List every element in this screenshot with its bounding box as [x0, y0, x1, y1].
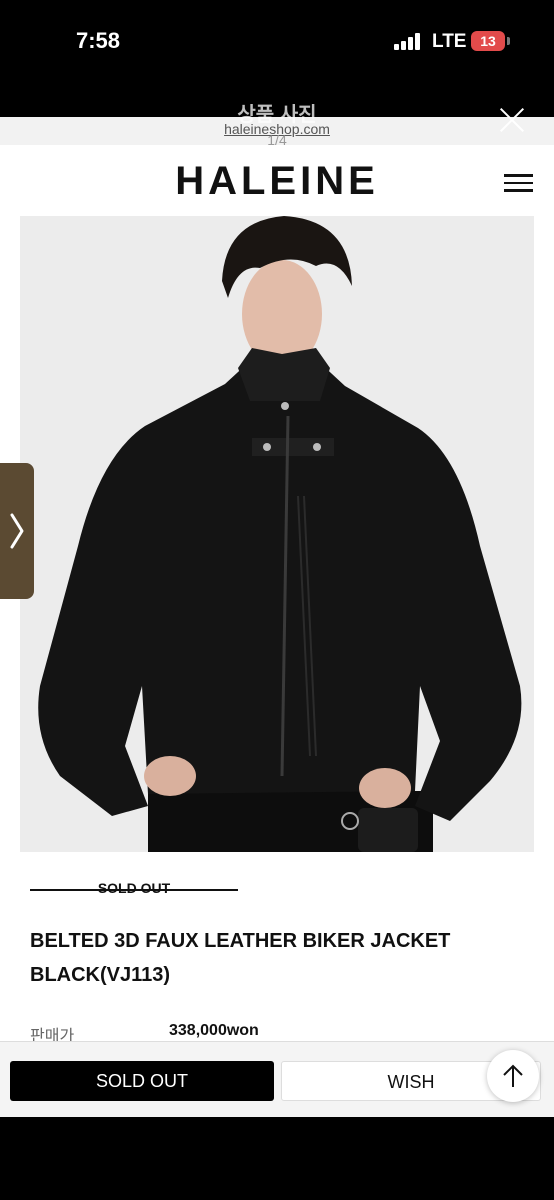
viewer-title: 상품 사진: [237, 104, 317, 126]
network-label: LTE: [432, 31, 467, 52]
image-counter: 1/4: [267, 132, 287, 148]
bottom-action-bar: SOLD OUT WISH: [0, 1041, 554, 1117]
battery-tip: [507, 37, 510, 45]
product-name-line-1: BELTED 3D FAUX LEATHER BIKER JACKET: [30, 930, 451, 952]
product-name: BELTED 3D FAUX LEATHER BIKER JACKET BLAC…: [30, 924, 520, 992]
strikethrough-line: [30, 889, 238, 891]
scroll-to-top-button[interactable]: [487, 1050, 539, 1102]
bottom-black-area: [0, 1117, 554, 1200]
sold-out-label: SOLD OUT: [97, 880, 171, 896]
next-image-button[interactable]: [0, 463, 34, 599]
sold-out-button[interactable]: SOLD OUT: [10, 1061, 274, 1101]
site-logo[interactable]: HALEINE: [0, 159, 554, 204]
chevron-right-icon: [10, 513, 24, 549]
status-time: 7:58: [76, 28, 121, 53]
model-jacket-illustration: [20, 216, 534, 852]
arrow-up-icon: [503, 1064, 523, 1087]
battery-icon: 13: [471, 31, 505, 51]
product-photo: [20, 216, 534, 852]
status-bar: 7:58 LTE 13: [0, 0, 554, 84]
product-name-line-2: BLACK(VJ113): [30, 964, 171, 986]
price-value: 338,000won: [169, 1022, 259, 1039]
product-page: haleineshop.com HALEINE SOLD OUT BELTED …: [0, 117, 554, 1117]
signal-icon: [394, 33, 422, 50]
close-icon[interactable]: [496, 104, 528, 136]
hamburger-menu-icon[interactable]: [504, 174, 533, 192]
